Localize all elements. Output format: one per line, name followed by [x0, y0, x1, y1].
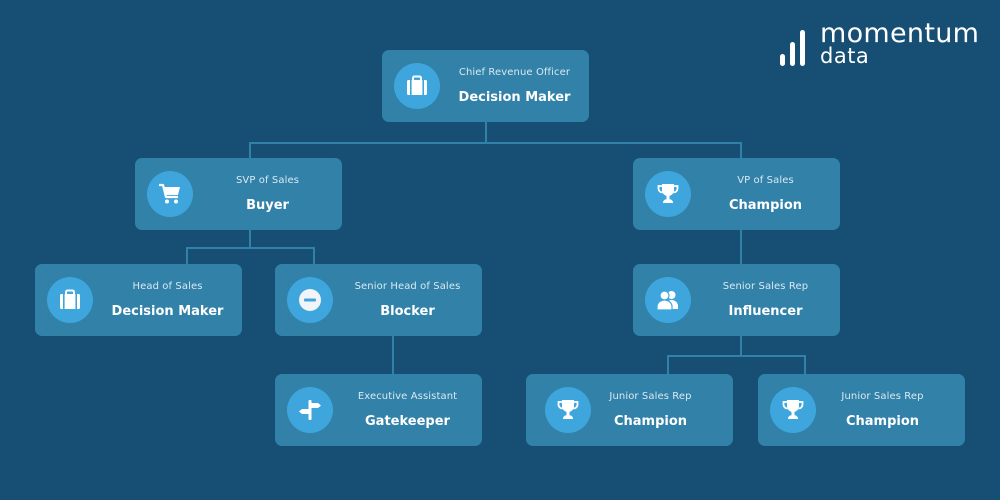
node-title: VP of Sales — [737, 175, 794, 186]
connector-to-junior-2 — [804, 355, 806, 374]
node-executive-assistant[interactable]: Executive Assistant Gatekeeper — [275, 374, 482, 446]
node-title: Head of Sales — [132, 281, 203, 292]
shopping-cart-icon — [157, 181, 183, 207]
connector-senior-head-to-assistant — [392, 335, 394, 374]
connector-level2-left-horizontal — [186, 247, 315, 249]
node-title: Senior Head of Sales — [354, 281, 461, 292]
node-title: Executive Assistant — [357, 391, 458, 402]
node-senior-sales-rep[interactable]: Senior Sales Rep Influencer — [633, 264, 840, 336]
icon-circle — [47, 277, 93, 323]
icon-circle — [287, 277, 333, 323]
signpost-icon — [297, 397, 323, 423]
node-role: Buyer — [246, 198, 289, 213]
node-title: Chief Revenue Officer — [458, 67, 571, 78]
node-role: Champion — [728, 198, 803, 213]
icon-circle — [645, 277, 691, 323]
users-icon — [655, 287, 681, 313]
trophy-icon — [655, 181, 681, 207]
node-role: Decision Maker — [458, 90, 571, 105]
connector-senior-rep-down — [740, 335, 742, 356]
momentum-data-logo: momentum data — [778, 19, 988, 68]
node-role: Gatekeeper — [365, 414, 450, 429]
icon-circle — [645, 171, 691, 217]
connector-to-junior-1 — [667, 355, 669, 374]
logo-word-data: data — [820, 44, 870, 68]
connector-to-svp — [249, 142, 251, 158]
connector-to-head — [186, 247, 188, 264]
node-role: Champion — [613, 414, 688, 429]
node-junior-sales-rep-1[interactable]: Junior Sales Rep Champion — [526, 374, 733, 446]
node-title: Senior Sales Rep — [722, 281, 809, 292]
node-title: Junior Sales Rep — [609, 391, 692, 402]
connector-level3-right-horizontal — [667, 355, 806, 357]
connector-to-vp — [740, 142, 742, 158]
node-junior-sales-rep-2[interactable]: Junior Sales Rep Champion — [758, 374, 965, 446]
minus-circle-icon — [297, 287, 323, 313]
icon-circle — [147, 171, 193, 217]
icon-circle — [394, 63, 440, 109]
node-head-of-sales[interactable]: Head of Sales Decision Maker — [35, 264, 242, 336]
connector-cro-down — [485, 122, 487, 144]
icon-circle — [287, 387, 333, 433]
node-svp-of-sales[interactable]: SVP of Sales Buyer — [135, 158, 342, 230]
node-title: SVP of Sales — [235, 175, 300, 186]
connector-vp-to-senior-rep — [740, 230, 742, 264]
node-vp-of-sales[interactable]: VP of Sales Champion — [633, 158, 840, 230]
node-role: Blocker — [380, 304, 435, 319]
node-title: Junior Sales Rep — [841, 391, 924, 402]
briefcase-icon — [404, 73, 430, 99]
node-chief-revenue-officer[interactable]: Chief Revenue Officer Decision Maker — [382, 50, 589, 122]
node-role: Influencer — [728, 304, 803, 319]
briefcase-icon — [57, 287, 83, 313]
bar-chart-icon — [780, 30, 805, 66]
connector-to-senior-head — [313, 247, 315, 264]
node-role: Champion — [845, 414, 920, 429]
node-role: Decision Maker — [111, 304, 224, 319]
connector-level1-horizontal — [249, 142, 742, 144]
connector-svp-down — [249, 230, 251, 248]
node-senior-head-of-sales[interactable]: Senior Head of Sales Blocker — [275, 264, 482, 336]
